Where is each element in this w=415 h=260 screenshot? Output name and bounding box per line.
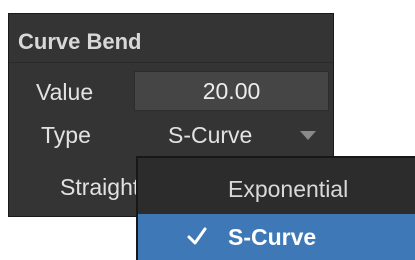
dropdown-item-label: S-Curve — [228, 224, 317, 250]
type-label: Type — [41, 122, 91, 148]
dropdown-item-exponential[interactable]: Exponential — [138, 166, 415, 212]
curve-bend-window: Curve Bend Value 20.00 Type S-Curve Stra… — [0, 0, 415, 260]
panel-title: Curve Bend — [18, 29, 142, 54]
straighten-label: Straighten — [60, 174, 136, 200]
title-divider — [9, 62, 333, 63]
check-icon — [187, 227, 207, 245]
type-dropdown-menu: Exponential S-Curve — [136, 156, 415, 260]
value-label: Value — [36, 79, 94, 105]
type-select[interactable]: S-Curve — [134, 115, 329, 155]
type-select-value: S-Curve — [168, 122, 253, 148]
chevron-down-icon — [300, 131, 316, 140]
dropdown-item-label: Exponential — [228, 176, 349, 202]
value-field[interactable]: 20.00 — [134, 71, 329, 111]
dropdown-item-s-curve[interactable]: S-Curve — [138, 214, 415, 260]
